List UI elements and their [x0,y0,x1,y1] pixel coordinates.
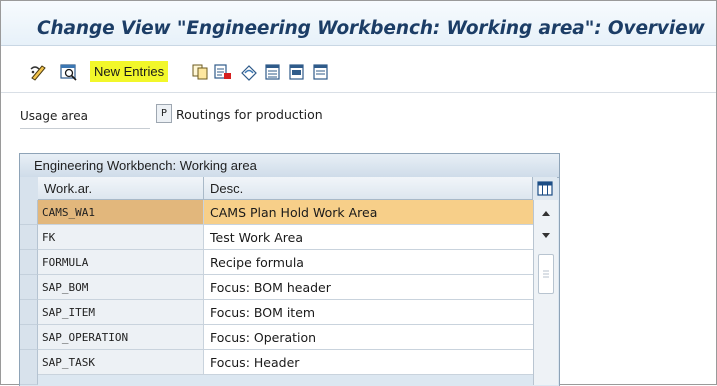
select-all-rows-button[interactable] [20,177,39,201]
scroll-down-arrow-icon[interactable] [534,224,558,246]
vertical-scrollbar[interactable] [533,200,558,385]
row-selector[interactable] [20,200,38,225]
row-selector[interactable] [20,250,38,275]
usage-area-underline [20,128,150,129]
desc-cell[interactable]: Focus: Header [204,350,533,375]
scroll-up-arrow-icon[interactable] [534,202,558,224]
desc-cell[interactable]: Test Work Area [204,225,533,250]
usage-area-label: Usage area [20,109,88,123]
desc-cell[interactable]: Focus: BOM header [204,275,533,300]
select-block-icon[interactable] [286,62,308,82]
workar-cell[interactable]: FK [38,225,204,250]
table-row[interactable]: FORMULA Recipe formula [20,250,533,275]
delete-icon[interactable] [212,62,234,82]
details-icon[interactable] [58,62,80,82]
window-title: Change View "Engineering Workbench: Work… [37,18,705,39]
usage-area-code: P [156,104,172,123]
display-change-icon[interactable] [28,62,50,82]
workar-cell[interactable]: FORMULA [38,250,204,275]
table-row[interactable]: SAP_TASK Focus: Header [20,350,533,385]
table-row[interactable]: SAP_ITEM Focus: BOM item [20,300,533,325]
column-header-desc[interactable]: Desc. [204,177,533,200]
scrollbar-thumb[interactable] [538,254,554,294]
table-settings-icon[interactable] [533,177,557,201]
new-entries-button[interactable]: New Entries [90,61,169,82]
workar-cell[interactable]: SAP_TASK [38,350,204,375]
workar-cell[interactable]: SAP_OPERATION [38,325,204,350]
copy-icon[interactable] [190,62,210,82]
deselect-all-icon[interactable] [310,62,332,82]
desc-cell[interactable]: Focus: BOM item [204,300,533,325]
desc-cell[interactable]: Recipe formula [204,250,533,275]
row-selector[interactable] [20,225,38,250]
table-row[interactable]: FK Test Work Area [20,225,533,250]
row-selector[interactable] [20,350,38,385]
select-all-icon[interactable] [262,62,284,82]
row-selector[interactable] [20,325,38,350]
title-bar: Change View "Engineering Workbench: Work… [1,1,716,46]
table-row[interactable]: SAP_OPERATION Focus: Operation [20,325,533,350]
row-selector[interactable] [20,275,38,300]
workar-cell[interactable]: CAMS_WA1 [38,200,204,225]
table-row[interactable]: CAMS_WA1 CAMS Plan Hold Work Area [20,200,533,225]
row-selector[interactable] [20,300,38,325]
table-title: Engineering Workbench: Working area [20,154,559,178]
column-header-workar[interactable]: Work.ar. [38,177,204,200]
workar-cell[interactable]: SAP_ITEM [38,300,204,325]
desc-cell[interactable]: CAMS Plan Hold Work Area [204,200,533,225]
table-row[interactable]: SAP_BOM Focus: BOM header [20,275,533,300]
usage-area-description: Routings for production [176,107,323,122]
undo-icon[interactable] [238,62,260,82]
desc-cell[interactable]: Focus: Operation [204,325,533,350]
workar-cell[interactable]: SAP_BOM [38,275,204,300]
